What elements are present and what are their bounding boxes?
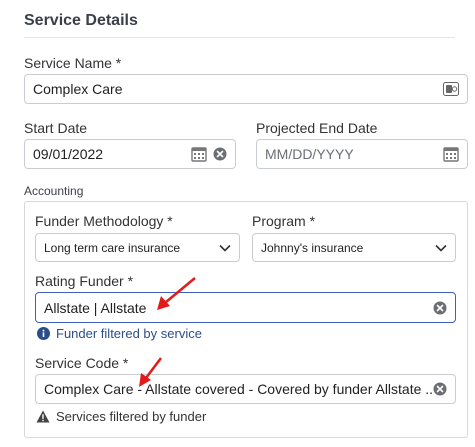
annotation-arrow-service-code: [139, 357, 162, 387]
annotation-arrow-rating-funder: [157, 277, 196, 310]
annotation-arrows: [139, 277, 196, 387]
